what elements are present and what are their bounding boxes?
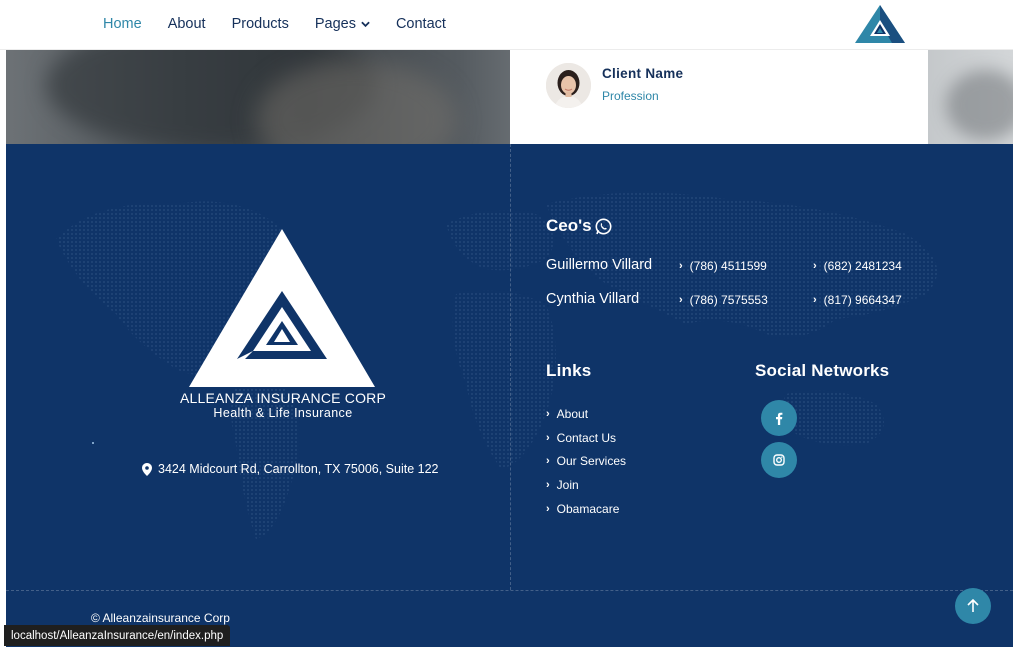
ceos-title: Ceo's: [546, 216, 592, 235]
chevron-right-icon: ›: [679, 294, 683, 306]
browser-status-url: localhost/AlleanzaInsurance/en/index.php: [4, 625, 231, 646]
phone-number: (786) 7575553: [689, 293, 768, 307]
nav-contact[interactable]: Contact: [396, 16, 446, 32]
top-navbar: Home About Products Pages Contact: [0, 0, 1013, 50]
nav-pages[interactable]: Pages: [315, 16, 370, 32]
instagram-button[interactable]: [761, 442, 797, 478]
ceo-phone[interactable]: › (682) 2481234: [813, 259, 902, 273]
client-name: Client Name: [602, 66, 684, 81]
ceo-row: Cynthia Villard › (786) 7575553 › (817) 96…: [546, 291, 966, 313]
address: 3424 Midcourt Rd, Carrollton, TX 75006, …: [142, 462, 439, 476]
social-heading: Social Networks: [755, 361, 890, 380]
chevron-right-icon: ›: [813, 260, 817, 272]
footer-link-label: Join: [556, 478, 579, 493]
ceo-name: Cynthia Villard: [546, 291, 640, 307]
company-subtitle: Health & Life Insurance: [213, 406, 353, 420]
alleanza-logo-icon[interactable]: [854, 4, 906, 44]
ceo-phone[interactable]: › (817) 9664347: [813, 293, 902, 307]
footer-link[interactable]: › Obamacare: [546, 497, 626, 521]
footer-link[interactable]: › Our Services: [546, 450, 626, 474]
ceo-row: Guillermo Villard › (786) 4511599 › (682) …: [546, 257, 966, 279]
phone-number: (682) 2481234: [823, 259, 902, 273]
ceo-name: Guillermo Villard: [546, 257, 653, 273]
chevron-right-icon: ›: [546, 431, 550, 444]
footer-link-label: About: [556, 406, 589, 421]
whatsapp-icon[interactable]: [595, 218, 612, 235]
column-divider: [510, 144, 511, 590]
footer-link[interactable]: › Contact Us: [546, 426, 626, 450]
copyright-text: © Alleanzainsurance Corp: [91, 611, 230, 625]
chevron-right-icon: ›: [813, 294, 817, 306]
phone-number: (786) 4511599: [689, 259, 767, 273]
footer-link[interactable]: › Join: [546, 473, 626, 497]
decorative-dot: [92, 442, 94, 444]
footer: ALLEANZA INSURANCE CORP Health & Life In…: [6, 144, 1013, 647]
ceo-phone[interactable]: › (786) 7575553: [679, 293, 768, 307]
hero-shade: [946, 70, 1013, 140]
instagram-icon: [773, 454, 785, 466]
location-pin-icon: [142, 462, 152, 476]
chevron-right-icon: ›: [546, 503, 550, 516]
nav-pages-label: Pages: [314, 15, 356, 32]
chevron-right-icon: ›: [546, 407, 550, 420]
ceos-heading: Ceo's: [546, 216, 612, 236]
testimonial-card: Client Name Profession: [510, 50, 928, 144]
client-avatar: [546, 63, 591, 108]
footer-link-label: Obamacare: [556, 502, 620, 517]
nav-home[interactable]: Home: [103, 16, 142, 32]
facebook-button[interactable]: [761, 400, 797, 436]
links-heading: Links: [546, 361, 592, 380]
alleanza-logo-icon: [189, 229, 375, 387]
phone-number: (817) 9664347: [823, 293, 902, 307]
arrow-up-icon: [967, 599, 979, 612]
footer-link-label: Contact Us: [556, 430, 617, 445]
nav-products[interactable]: Products: [232, 16, 289, 32]
footer-links: › About › Contact Us › Our Services › Join ›…: [546, 402, 626, 521]
footer-link[interactable]: › About: [546, 402, 626, 426]
footer-link-label: Our Services: [556, 454, 627, 469]
address-text: 3424 Midcourt Rd, Carrollton, TX 75006, …: [158, 462, 439, 476]
page-edge: [0, 50, 6, 406]
client-profession: Profession: [602, 89, 659, 103]
bottom-divider: [6, 590, 1013, 591]
chevron-right-icon: ›: [679, 260, 683, 272]
nav-about[interactable]: About: [168, 16, 206, 32]
back-to-top-button[interactable]: [955, 588, 991, 624]
chevron-right-icon: ›: [546, 455, 550, 468]
chevron-right-icon: ›: [546, 479, 550, 492]
ceo-phone[interactable]: › (786) 4511599: [679, 259, 767, 273]
facebook-icon: [776, 412, 783, 425]
nav-menu: Home About Products Pages Contact: [103, 0, 472, 47]
company-name: ALLEANZA INSURANCE CORP: [179, 390, 387, 406]
chevron-down-icon: [361, 21, 370, 28]
